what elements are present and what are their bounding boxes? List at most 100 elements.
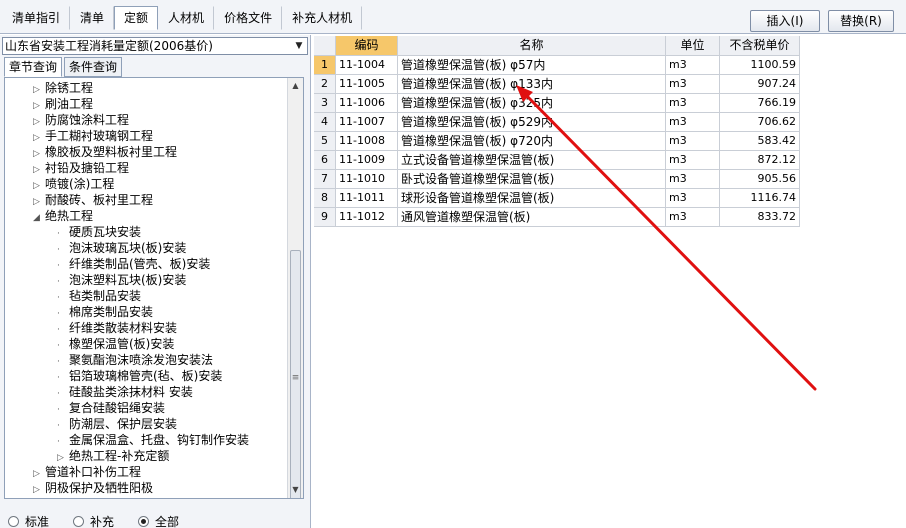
row-index[interactable]: 4 [314,113,336,132]
tree-item[interactable]: ▷ 喷镀(涂)工程 [33,176,114,192]
cell-unit[interactable]: m3 [666,56,720,75]
cell-code[interactable]: 11-1007 [336,113,398,132]
header-price[interactable]: 不含税单价 [720,36,800,56]
tab-quota[interactable]: 定额 [114,6,159,30]
tab-bill[interactable]: 清单 [70,6,115,30]
chevron-down-icon[interactable]: ▼ [291,38,307,54]
row-index[interactable]: 8 [314,189,336,208]
cell-code[interactable]: 11-1004 [336,56,398,75]
tree-item[interactable]: · 金属保温盒、托盘、钩钉制作安装 [57,432,249,448]
row-index[interactable]: 3 [314,94,336,113]
tree-item[interactable]: · 复合硅酸铝绳安装 [57,400,165,416]
row-index[interactable]: 6 [314,151,336,170]
tab-supplement-material[interactable]: 补充人材机 [282,6,363,30]
tree-item[interactable]: · 纤维类散装材料安装 [57,320,177,336]
tab-condition-query[interactable]: 条件查询 [64,57,123,77]
cell-unit[interactable]: m3 [666,151,720,170]
cell-name[interactable]: 管道橡塑保温管(板) φ133内 [398,75,666,94]
cell-price[interactable]: 1100.59 [720,56,800,75]
cell-code[interactable]: 11-1009 [336,151,398,170]
row-index[interactable]: 7 [314,170,336,189]
radio-supplement[interactable]: 补充 [73,513,114,528]
tree-item[interactable]: · 硬质瓦块安装 [57,224,141,240]
header-name[interactable]: 名称 [398,36,666,56]
cell-price[interactable]: 872.12 [720,151,800,170]
cell-price[interactable]: 766.19 [720,94,800,113]
scroll-down-icon[interactable]: ▼ [288,482,303,498]
table-row[interactable]: 1 11-1004 管道橡塑保温管(板) φ57内 m3 1100.59 [314,56,804,75]
row-index[interactable]: 9 [314,208,336,227]
tree-item[interactable]: · 聚氨酯泡沫喷涂发泡安装法 [57,352,213,368]
tree-item[interactable]: · 泡沫塑料瓦块(板)安装 [57,272,186,288]
cell-name[interactable]: 立式设备管道橡塑保温管(板) [398,151,666,170]
cell-name[interactable]: 管道橡塑保温管(板) φ57内 [398,56,666,75]
table-row[interactable]: 4 11-1007 管道橡塑保温管(板) φ529内 m3 706.62 [314,113,804,132]
cell-code[interactable]: 11-1006 [336,94,398,113]
replace-button[interactable]: 替换(R) [828,10,894,32]
cell-code[interactable]: 11-1008 [336,132,398,151]
tree-item[interactable]: · 防潮层、保护层安装 [57,416,177,432]
tree-item[interactable]: · 纤维类制品(管壳、板)安装 [57,256,210,272]
tree-item[interactable]: ▷ 耐酸砖、板衬里工程 [33,192,153,208]
tab-price-file[interactable]: 价格文件 [214,6,283,30]
tree-item[interactable]: ▷ 绝热工程-补充定额 [57,448,169,464]
cell-unit[interactable]: m3 [666,132,720,151]
quota-library-select[interactable]: 山东省安装工程消耗量定额(2006基价) ▼ [2,37,308,55]
tab-bill-guide[interactable]: 清单指引 [2,6,71,30]
cell-price[interactable]: 833.72 [720,208,800,227]
cell-code[interactable]: 11-1005 [336,75,398,94]
table-row[interactable]: 2 11-1005 管道橡塑保温管(板) φ133内 m3 907.24 [314,75,804,94]
header-unit[interactable]: 单位 [666,36,720,56]
cell-price[interactable]: 907.24 [720,75,800,94]
cell-name[interactable]: 通风管道橡塑保温管(板) [398,208,666,227]
tree-item[interactable]: ▷ 防腐蚀涂料工程 [33,112,129,128]
tree-item[interactable]: ▷ 橡胶板及塑料板衬里工程 [33,144,177,160]
cell-name[interactable]: 管道橡塑保温管(板) φ529内 [398,113,666,132]
cell-code[interactable]: 11-1011 [336,189,398,208]
table-row[interactable]: 6 11-1009 立式设备管道橡塑保温管(板) m3 872.12 [314,151,804,170]
cell-code[interactable]: 11-1010 [336,170,398,189]
cell-code[interactable]: 11-1012 [336,208,398,227]
table-row[interactable]: 5 11-1008 管道橡塑保温管(板) φ720内 m3 583.42 [314,132,804,151]
cell-unit[interactable]: m3 [666,189,720,208]
insert-button[interactable]: 插入(I) [750,10,820,32]
cell-unit[interactable]: m3 [666,75,720,94]
row-index[interactable]: 2 [314,75,336,94]
row-index[interactable]: 5 [314,132,336,151]
cell-unit[interactable]: m3 [666,170,720,189]
cell-price[interactable]: 583.42 [720,132,800,151]
table-row[interactable]: 3 11-1006 管道橡塑保温管(板) φ325内 m3 766.19 [314,94,804,113]
tab-chapter-query[interactable]: 章节查询 [4,57,63,77]
table-row[interactable]: 9 11-1012 通风管道橡塑保温管(板) m3 833.72 [314,208,804,227]
table-row[interactable]: 8 11-1011 球形设备管道橡塑保温管(板) m3 1116.74 [314,189,804,208]
tree-item[interactable]: · 毡类制品安装 [57,288,141,304]
collapsed-triangle-icon[interactable]: ▷ [33,482,45,498]
tab-labor-material[interactable]: 人材机 [158,6,215,30]
tree-item[interactable]: · 棉席类制品安装 [57,304,153,320]
scroll-up-icon[interactable]: ▲ [288,78,303,94]
cell-unit[interactable]: m3 [666,113,720,132]
tree-item[interactable]: ▷ 衬铅及搪铅工程 [33,160,129,176]
row-index[interactable]: 1 [314,56,336,75]
tree-item[interactable]: ▷ 手工糊衬玻璃钢工程 [33,128,153,144]
radio-supplement-dot[interactable] [73,515,85,527]
cell-price[interactable]: 1116.74 [720,189,800,208]
tree-item[interactable]: ◢ 绝热工程 [33,208,93,224]
tree-item[interactable]: · 泡沫玻璃瓦块(板)安装 [57,240,186,256]
expanded-triangle-icon[interactable]: ◢ [33,210,45,226]
radio-standard[interactable]: 标准 [8,513,49,528]
tree-item[interactable]: · 铝箔玻璃棉管壳(毡、板)安装 [57,368,222,384]
radio-all[interactable]: 全部 [138,513,179,528]
tree-item[interactable]: ▷ 除锈工程 [33,80,93,96]
tree-item[interactable]: · 硅酸盐类涂抹材料 安装 [57,384,193,400]
cell-name[interactable]: 管道橡塑保温管(板) φ720内 [398,132,666,151]
cell-price[interactable]: 706.62 [720,113,800,132]
tree-item[interactable]: ▷ 刷油工程 [33,96,93,112]
cell-name[interactable]: 球形设备管道橡塑保温管(板) [398,189,666,208]
scroll-thumb[interactable]: ≡ [290,250,301,498]
cell-price[interactable]: 905.56 [720,170,800,189]
table-row[interactable]: 7 11-1010 卧式设备管道橡塑保温管(板) m3 905.56 [314,170,804,189]
radio-all-dot[interactable] [138,515,150,527]
radio-standard-dot[interactable] [8,515,19,527]
tree-scrollbar[interactable]: ▲ ≡ ▼ [287,78,303,498]
